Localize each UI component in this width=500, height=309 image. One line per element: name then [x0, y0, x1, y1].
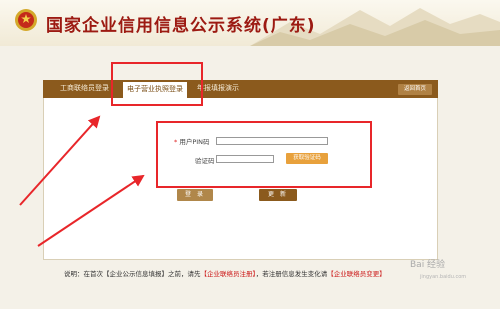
tab-bar: 工商联络员登录 电子营业执照登录 年报填报演示 [43, 80, 438, 98]
footer-note: 说明：在首次【企业公示信息填报】之前，请先【企业联络员注册】，若注册信息发生变化… [64, 268, 386, 278]
annotation-box-form [156, 121, 372, 188]
tab-liaison-login[interactable]: 工商联络员登录 [60, 83, 109, 93]
annotation-box-tab [111, 62, 203, 106]
liaison-change-link[interactable]: 【企业联络员变更】 [327, 270, 386, 278]
watermark: Bai 经验 [410, 260, 446, 270]
liaison-register-link[interactable]: 【企业联络员注册】 [201, 270, 256, 278]
return-home-button[interactable]: 返回首页 [398, 84, 432, 95]
footer-text-prefix: 说明：在首次【企业公示信息填报】之前，请先 [64, 270, 201, 278]
site-title: 国家企业信用信息公示系统(广东) [46, 16, 316, 36]
login-button[interactable]: 登 录 [177, 189, 213, 201]
national-emblem-icon [15, 9, 37, 31]
watermark-url: jingyan.baidu.com [420, 274, 467, 280]
footer-text-middle: ，若注册信息发生变化请 [255, 270, 328, 278]
tab-annual-report-demo[interactable]: 年报填报演示 [197, 83, 239, 93]
reset-button[interactable]: 更 新 [259, 189, 297, 201]
site-header: 国家企业信用信息公示系统(广东) [0, 0, 500, 46]
